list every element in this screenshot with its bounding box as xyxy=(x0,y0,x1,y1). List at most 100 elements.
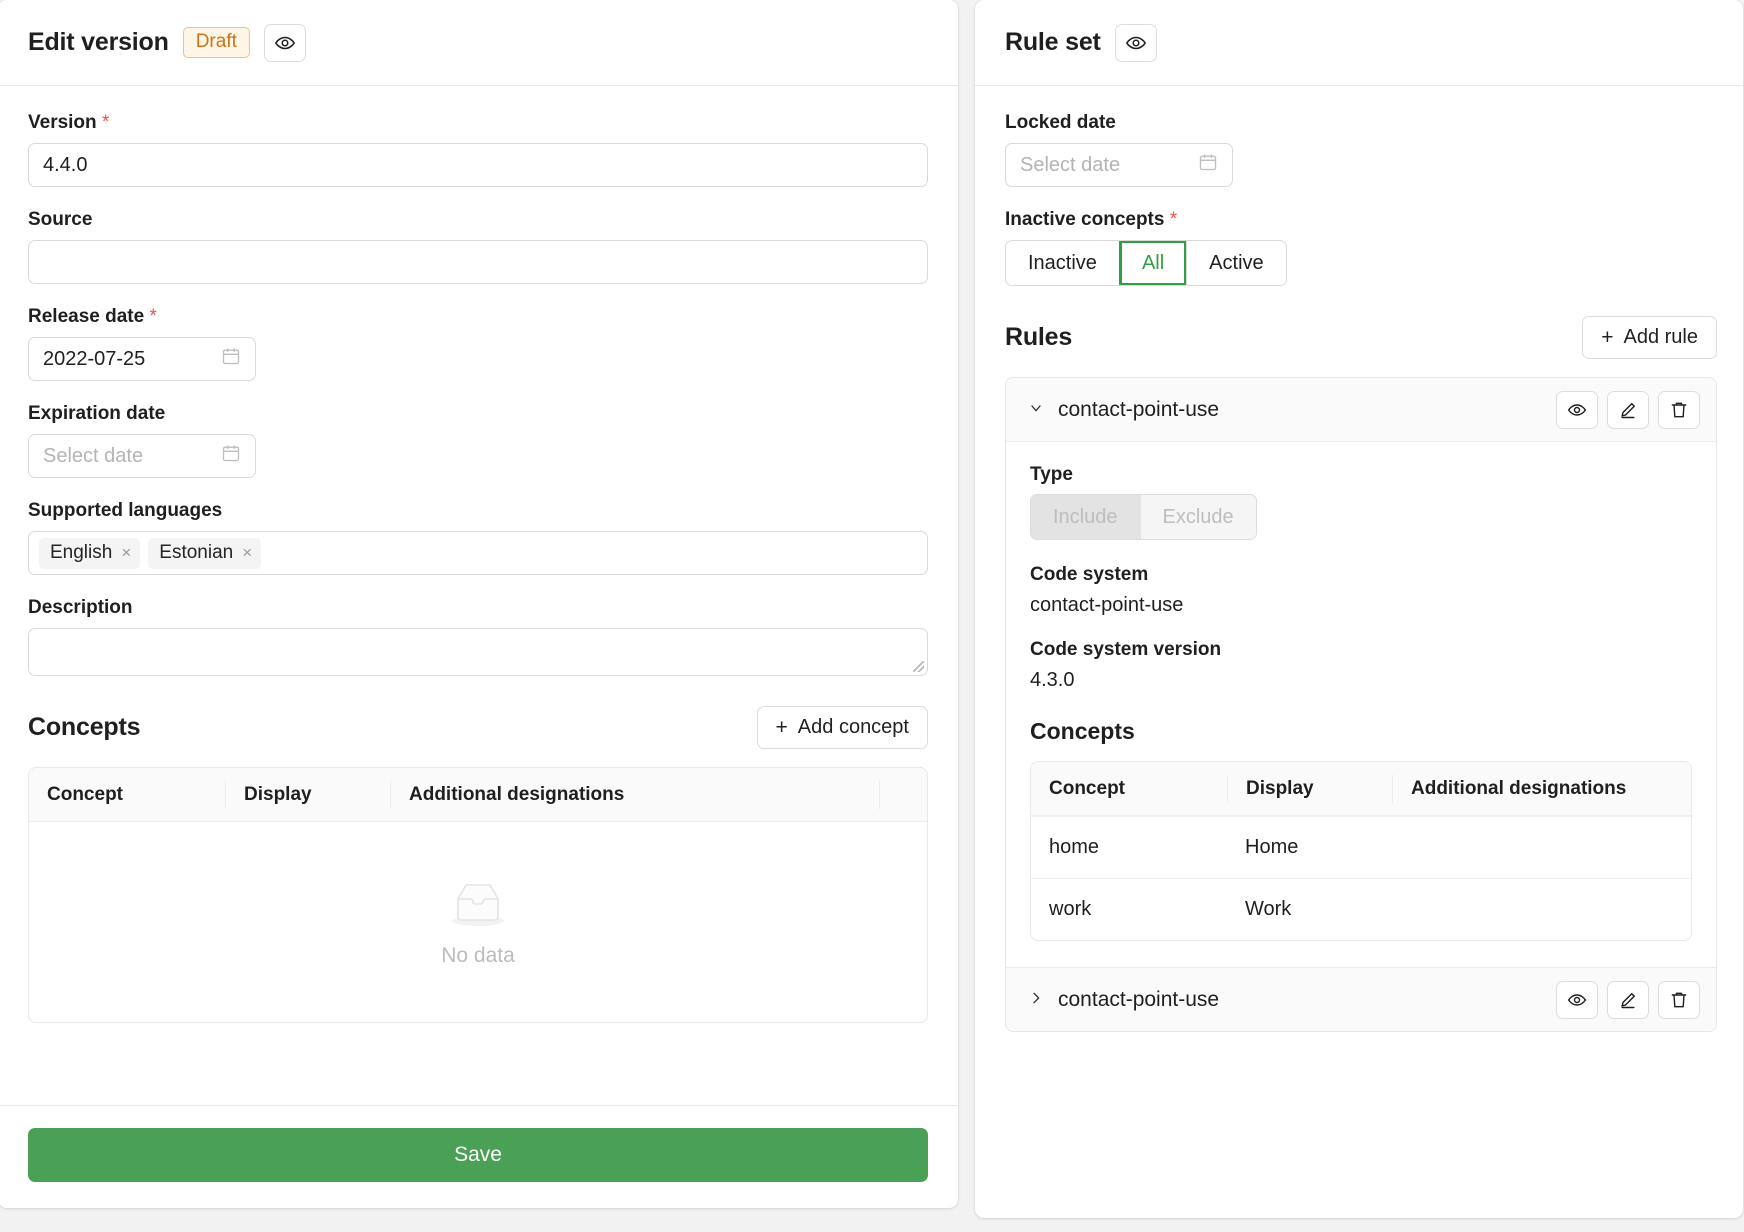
table-row: home Home xyxy=(1031,816,1691,878)
code-system-version-label: Code system version xyxy=(1030,639,1222,660)
version-input[interactable]: 4.4.0 xyxy=(28,143,928,187)
locked-date-input[interactable]: Select date xyxy=(1005,143,1233,187)
rule-set-panel: Rule set Locked date Select date Inactiv… xyxy=(975,0,1743,1218)
plus-icon: + xyxy=(1601,326,1614,349)
edit-rule-button[interactable] xyxy=(1607,980,1649,1019)
rules-title: Rules xyxy=(1005,323,1073,351)
concepts-empty-state: No data xyxy=(29,822,927,1022)
segment-inactive[interactable]: Inactive xyxy=(1006,241,1119,285)
rule-header-collapsed[interactable]: contact-point-use xyxy=(1006,967,1716,1031)
page-title: Edit version xyxy=(28,28,169,56)
plus-icon: + xyxy=(775,716,788,739)
column-header-additional-designations: Additional designations xyxy=(390,780,879,809)
view-rule-button[interactable] xyxy=(1556,980,1598,1019)
cell-concept: work xyxy=(1049,898,1092,920)
language-tag-label: Estonian xyxy=(159,541,234,563)
rule-name: contact-point-use xyxy=(1058,397,1220,421)
column-header-actions xyxy=(879,780,927,809)
column-header-additional-designations: Additional designations xyxy=(1392,774,1691,803)
empty-state-label: No data xyxy=(441,943,515,967)
eye-icon xyxy=(1125,32,1147,54)
status-badge: Draft xyxy=(182,26,250,59)
delete-rule-button[interactable] xyxy=(1658,980,1700,1019)
cell-display: Home xyxy=(1245,836,1299,858)
version-label: Version * xyxy=(28,112,110,133)
add-rule-label: Add rule xyxy=(1623,326,1699,348)
field-expiration-date: Expiration date Select date xyxy=(28,403,928,478)
rule-actions xyxy=(1556,980,1700,1019)
save-button[interactable]: Save xyxy=(28,1128,928,1182)
pencil-icon xyxy=(1618,990,1638,1010)
field-supported-languages: Supported languages English × Estonian × xyxy=(28,500,928,575)
chevron-right-icon[interactable] xyxy=(1028,990,1050,1009)
calendar-icon xyxy=(221,443,241,469)
calendar-icon xyxy=(1198,152,1218,178)
pencil-icon xyxy=(1618,400,1638,420)
segment-active[interactable]: Active xyxy=(1186,241,1286,285)
required-marker: * xyxy=(1169,209,1178,230)
rule-concepts-title: Concepts xyxy=(1030,718,1135,744)
column-header-concept: Concept xyxy=(47,783,123,805)
column-header-concept: Concept xyxy=(1049,777,1125,799)
rules-list: contact-point-use Type Include Exclude C… xyxy=(1005,377,1717,1032)
view-rule-button[interactable] xyxy=(1556,390,1598,429)
trash-icon xyxy=(1669,400,1689,420)
type-label: Type xyxy=(1030,464,1073,485)
remove-tag-icon[interactable]: × xyxy=(121,544,131,561)
cell-concept: home xyxy=(1049,836,1100,858)
rule-set-body: Locked date Select date Inactive concept… xyxy=(975,86,1743,1218)
release-date-label: Release date * xyxy=(28,306,157,327)
add-concept-button[interactable]: + Add concept xyxy=(756,706,928,749)
eye-icon xyxy=(1567,990,1587,1010)
edit-version-footer: Save xyxy=(0,1105,958,1208)
expiration-date-label: Expiration date xyxy=(28,403,166,424)
concepts-table-header: Concept Display Additional designations xyxy=(29,768,927,822)
field-locked-date: Locked date Select date xyxy=(1005,112,1717,187)
cell-display: Work xyxy=(1245,898,1292,920)
edit-version-header: Edit version Draft xyxy=(0,0,958,86)
source-label: Source xyxy=(28,209,93,230)
rule-concepts-table-header: Concept Display Additional designations xyxy=(1031,762,1691,816)
segment-exclude: Exclude xyxy=(1139,495,1256,539)
release-date-input[interactable]: 2022-07-25 xyxy=(28,337,256,381)
description-label: Description xyxy=(28,597,133,618)
rule-set-header: Rule set xyxy=(975,0,1743,86)
add-rule-button[interactable]: + Add rule xyxy=(1582,316,1717,359)
empty-box-icon xyxy=(446,877,510,934)
field-release-date: Release date * 2022-07-25 xyxy=(28,306,928,381)
supported-languages-select[interactable]: English × Estonian × xyxy=(28,531,928,575)
edit-version-form: Version * 4.4.0 Source Release date * 20… xyxy=(0,86,958,1105)
segment-all[interactable]: All xyxy=(1118,241,1187,285)
field-inactive-concepts: Inactive concepts * Inactive All Active xyxy=(1005,209,1717,286)
segment-include: Include xyxy=(1031,495,1140,539)
concepts-title: Concepts xyxy=(28,713,141,741)
remove-tag-icon[interactable]: × xyxy=(242,544,252,561)
description-textarea[interactable] xyxy=(28,628,928,676)
language-tag: Estonian × xyxy=(148,537,262,569)
rule-name: contact-point-use xyxy=(1058,987,1220,1011)
concepts-table: Concept Display Additional designations … xyxy=(28,767,928,1023)
preview-version-button[interactable] xyxy=(263,23,306,62)
release-date-value: 2022-07-25 xyxy=(43,347,146,370)
trash-icon xyxy=(1669,990,1689,1010)
field-version: Version * 4.4.0 xyxy=(28,112,928,187)
expiration-date-input[interactable]: Select date xyxy=(28,434,256,478)
required-marker: * xyxy=(101,112,110,133)
rule-actions xyxy=(1556,390,1700,429)
expiration-date-placeholder: Select date xyxy=(43,444,144,467)
add-concept-label: Add concept xyxy=(797,716,909,738)
source-input[interactable] xyxy=(28,240,928,284)
column-header-display: Display xyxy=(225,780,390,809)
inactive-concepts-segmented[interactable]: Inactive All Active xyxy=(1005,240,1287,286)
language-tag-label: English xyxy=(50,541,113,563)
calendar-icon xyxy=(221,346,241,372)
preview-rule-set-button[interactable] xyxy=(1114,23,1157,62)
rule-set-title: Rule set xyxy=(1005,28,1101,56)
field-source: Source xyxy=(28,209,928,284)
required-marker: * xyxy=(149,306,157,327)
field-description: Description xyxy=(28,597,928,676)
rule-header-expanded[interactable]: contact-point-use xyxy=(1006,378,1716,442)
edit-rule-button[interactable] xyxy=(1607,390,1649,429)
chevron-down-icon[interactable] xyxy=(1028,400,1050,419)
delete-rule-button[interactable] xyxy=(1658,390,1700,429)
